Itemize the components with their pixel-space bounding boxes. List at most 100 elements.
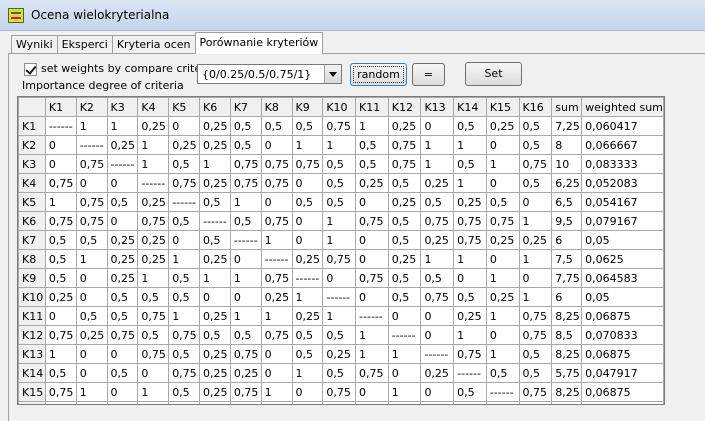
table-cell[interactable]: 1 <box>420 135 455 155</box>
table-cell[interactable]: 0 <box>199 401 231 404</box>
table-cell[interactable]: 7,5 <box>551 249 583 269</box>
table-cell[interactable]: 1 <box>453 173 487 193</box>
table-cell[interactable]: 1 <box>355 116 389 136</box>
table-cell[interactable]: 0,5 <box>322 154 357 174</box>
table-cell[interactable]: 0,25 <box>485 230 520 250</box>
table-cell[interactable]: 0,75 <box>75 154 108 174</box>
table-cell[interactable]: ------ <box>260 249 293 269</box>
table-cell[interactable]: 0,5 <box>485 363 520 383</box>
table-cell[interactable]: 0,25 <box>75 325 108 345</box>
table-cell[interactable]: 0,5 <box>44 363 77 383</box>
table-cell[interactable]: 0,5 <box>322 192 357 212</box>
table-cell[interactable]: 0,5 <box>229 135 262 155</box>
table-cell[interactable]: 0,5 <box>75 230 108 250</box>
table-cell[interactable]: 0,25 <box>168 135 201 155</box>
table-cell[interactable]: 0,25 <box>453 306 487 326</box>
table-cell[interactable]: 0,75 <box>137 344 170 364</box>
table-cell[interactable]: 0 <box>75 287 108 307</box>
table-cell[interactable]: 0,5 <box>355 154 389 174</box>
table-cell[interactable]: ------ <box>291 268 324 288</box>
table-cell[interactable]: 0,5 <box>355 135 389 155</box>
table-cell[interactable]: 0,25 <box>291 249 324 269</box>
table-cell[interactable]: 0,047917 <box>581 363 664 383</box>
table-cell[interactable]: 0,25 <box>229 363 262 383</box>
set-button[interactable]: Set <box>465 62 522 86</box>
table-cell[interactable]: 0,25 <box>260 287 293 307</box>
table-cell[interactable]: 0,75 <box>168 173 201 193</box>
table-cell[interactable]: 0,5 <box>322 363 357 383</box>
table-cell[interactable]: 1 <box>260 306 293 326</box>
table-cell[interactable]: 1 <box>44 192 77 212</box>
table-cell[interactable]: 0,25 <box>106 230 139 250</box>
table-cell[interactable]: ------ <box>199 211 231 231</box>
table-cell[interactable]: 0 <box>44 154 77 174</box>
table-cell[interactable]: 0,5 <box>44 401 77 404</box>
table-cell[interactable]: ------ <box>322 287 357 307</box>
table-cell[interactable]: 0,75 <box>453 344 487 364</box>
table-cell[interactable]: 1 <box>199 154 231 174</box>
table-cell[interactable]: 0,0625 <box>581 249 664 269</box>
table-cell[interactable]: 0,25 <box>485 116 520 136</box>
table-cell[interactable]: 1 <box>453 325 487 345</box>
set-weights-checkbox[interactable] <box>24 63 37 76</box>
table-cell[interactable]: 1 <box>137 268 170 288</box>
table-cell[interactable]: 1 <box>44 344 77 364</box>
table-cell[interactable]: 0,25 <box>44 287 77 307</box>
table-cell[interactable]: 0 <box>106 344 139 364</box>
table-cell[interactable]: 0 <box>44 306 77 326</box>
table-cell[interactable]: 1 <box>291 401 324 404</box>
table-cell[interactable]: 0,5 <box>453 116 487 136</box>
table-cell[interactable]: 1 <box>485 154 520 174</box>
table-cell[interactable]: 1 <box>387 344 422 364</box>
table-cell[interactable]: 6 <box>551 287 583 307</box>
table-cell[interactable]: ------ <box>453 363 487 383</box>
table-cell[interactable]: 0,25 <box>199 382 231 402</box>
table-cell[interactable]: ------ <box>420 344 455 364</box>
table-cell[interactable]: 0,079167 <box>581 211 664 231</box>
table-cell[interactable]: 0,25 <box>137 249 170 269</box>
table-cell[interactable]: 1 <box>291 287 324 307</box>
table-cell[interactable]: 0,75 <box>387 154 422 174</box>
table-cell[interactable]: 0,25 <box>199 306 231 326</box>
table-cell[interactable]: 0 <box>229 249 262 269</box>
table-cell[interactable]: 0,75 <box>453 230 487 250</box>
table-cell[interactable]: 0,75 <box>260 154 293 174</box>
set-weights-label[interactable]: set weights by compare criteria <box>41 62 215 75</box>
table-cell[interactable]: 1 <box>260 230 293 250</box>
table-cell[interactable]: 0,5 <box>199 230 231 250</box>
table-cell[interactable]: 0,25 <box>453 192 487 212</box>
table-cell[interactable]: 0,5 <box>518 363 553 383</box>
table-cell[interactable]: 0,083333 <box>581 154 664 174</box>
table-cell[interactable]: 0,75 <box>260 268 293 288</box>
table-cell[interactable]: 0,5 <box>322 173 357 193</box>
table-cell[interactable]: 0,052083 <box>581 173 664 193</box>
table-cell[interactable]: 0,75 <box>137 211 170 231</box>
random-button[interactable]: random <box>350 63 407 86</box>
table-cell[interactable]: 0,25 <box>420 230 455 250</box>
table-cell[interactable]: 0 <box>355 287 389 307</box>
table-cell[interactable]: 0,75 <box>518 154 553 174</box>
table-cell[interactable]: 0,75 <box>75 211 108 231</box>
table-cell[interactable]: 1 <box>168 401 201 404</box>
table-cell[interactable]: 0,75 <box>168 363 201 383</box>
table-cell[interactable]: 0,05 <box>581 287 664 307</box>
table-cell[interactable]: 0,25 <box>137 116 170 136</box>
table-cell[interactable]: 1 <box>322 135 357 155</box>
table-cell[interactable]: 0 <box>260 135 293 155</box>
table-cell[interactable]: 0 <box>355 382 389 402</box>
tab-porownanie-kryteriow[interactable]: Porównanie kryteriów <box>194 32 324 54</box>
table-cell[interactable]: 0,25 <box>322 344 357 364</box>
table-cell[interactable]: 0,5 <box>453 401 487 404</box>
table-cell[interactable]: 0,25 <box>355 401 389 404</box>
table-cell[interactable]: 0,066667 <box>581 135 664 155</box>
table-cell[interactable]: 1 <box>355 344 389 364</box>
table-cell[interactable]: 0,75 <box>291 154 324 174</box>
table-cell[interactable]: 1 <box>387 382 422 402</box>
table-cell[interactable]: 0 <box>485 249 520 269</box>
table-cell[interactable]: 1 <box>322 306 357 326</box>
table-cell[interactable]: 0,5 <box>291 344 324 364</box>
table-cell[interactable]: 0,75 <box>44 211 77 231</box>
table-cell[interactable]: 0,75 <box>355 363 389 383</box>
table-cell[interactable]: 0,064583 <box>581 268 664 288</box>
table-cell[interactable]: 1 <box>453 249 487 269</box>
